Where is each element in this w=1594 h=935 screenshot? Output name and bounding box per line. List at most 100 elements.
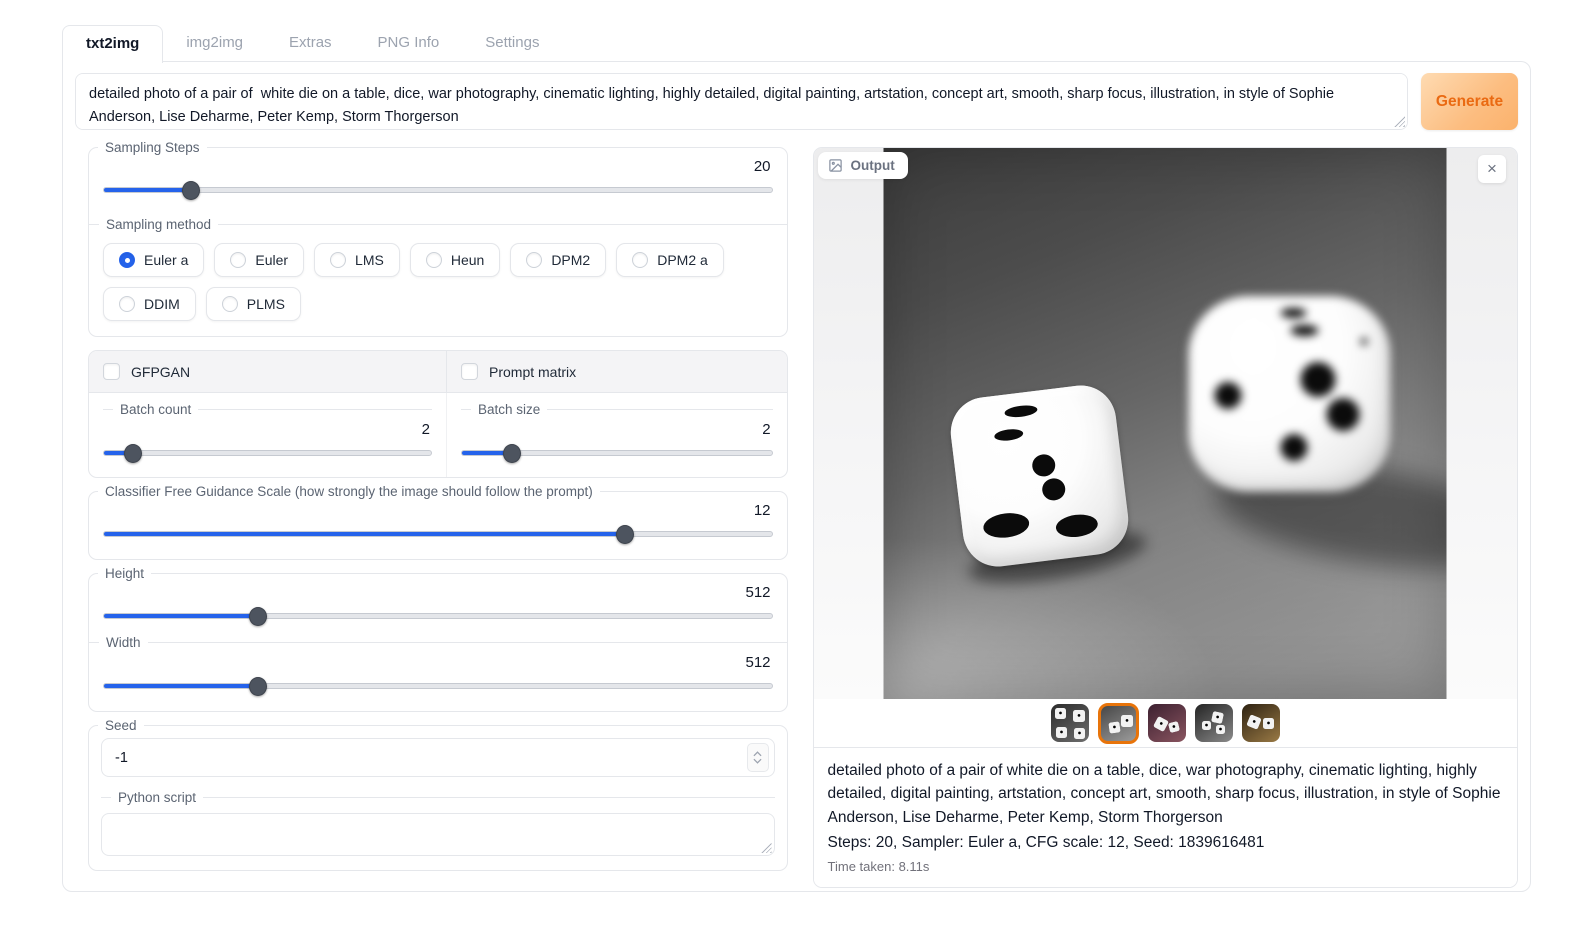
batch-size-slider[interactable]: [461, 444, 773, 462]
slider-handle[interactable]: [124, 444, 142, 463]
caption-params: Steps: 20, Sampler: Euler a, CFG scale: …: [828, 831, 1503, 854]
slider-handle[interactable]: [182, 181, 200, 200]
radio-plms[interactable]: PLMS: [206, 287, 301, 321]
radio-heun[interactable]: Heun: [410, 243, 500, 277]
slider-handle[interactable]: [616, 525, 634, 544]
close-icon[interactable]: ×: [1478, 155, 1506, 183]
python-script-label: Python script: [101, 790, 775, 805]
chevron-up-icon: [753, 751, 762, 757]
batch-sliders-row: Batch count 2 Batch size 2: [89, 393, 787, 477]
seed-script-group: Seed Python script: [88, 725, 788, 871]
slider-handle[interactable]: [249, 677, 267, 696]
tab-txt2img[interactable]: txt2img: [62, 25, 163, 63]
dimensions-group: Height 512 Width 512: [88, 573, 788, 712]
batch-count-block: Batch count 2: [89, 393, 447, 477]
txt2img-panel: detailed photo of a pair of white die on…: [62, 61, 1531, 892]
prompt-matrix-option[interactable]: Prompt matrix: [447, 351, 787, 392]
tab-settings[interactable]: Settings: [462, 25, 562, 62]
slider-track[interactable]: [461, 450, 773, 456]
output-image[interactable]: [884, 148, 1447, 699]
prompt-row: detailed photo of a pair of white die on…: [75, 73, 1518, 130]
settings-column: Sampling Steps 20 Sampling method: [88, 147, 788, 888]
cfg-scale-group: Classifier Free Guidance Scale (how stro…: [88, 491, 788, 560]
die-blurred: [1189, 296, 1391, 492]
radio-euler[interactable]: Euler: [214, 243, 304, 277]
sampling-method-label: Sampling method: [89, 217, 787, 232]
gfpgan-option[interactable]: GFPGAN: [89, 351, 447, 392]
prompt-input[interactable]: detailed photo of a pair of white die on…: [75, 73, 1408, 130]
radio-dpm2[interactable]: DPM2: [510, 243, 606, 277]
prompt-matrix-label: Prompt matrix: [489, 364, 576, 380]
prompt-matrix-checkbox[interactable]: [461, 363, 478, 380]
txt2img-app: txt2img img2img Extras PNG Info Settings…: [0, 0, 1594, 935]
radio-icon: [119, 252, 135, 268]
sampling-steps-slider-block: 20: [89, 148, 787, 215]
output-panel: Output ×: [813, 147, 1518, 888]
slider-handle[interactable]: [249, 607, 267, 626]
width-slider-block: 512: [89, 650, 787, 711]
seed-input-wrap: [101, 738, 775, 777]
batch-size-label: Batch size: [461, 402, 773, 417]
gallery-thumbnail-2-selected[interactable]: [1098, 703, 1139, 744]
radio-icon: [632, 252, 648, 268]
cfg-scale-slider[interactable]: [103, 525, 773, 543]
tab-png-info[interactable]: PNG Info: [355, 25, 463, 62]
batch-size-block: Batch size 2: [447, 393, 787, 477]
gallery-thumbnail-1[interactable]: [1051, 704, 1089, 742]
gallery-thumbnail-3[interactable]: [1148, 704, 1186, 742]
sampling-method-radio-group: Euler a Euler LMS Heun DPM2 DPM2 a DDIM …: [89, 232, 787, 336]
width-label: Width: [89, 635, 787, 650]
radio-icon: [426, 252, 442, 268]
width-slider[interactable]: [103, 677, 773, 695]
output-column: Output ×: [813, 147, 1518, 888]
tab-extras[interactable]: Extras: [266, 25, 355, 62]
seed-input[interactable]: [102, 750, 747, 766]
batch-count-value: 2: [103, 421, 430, 438]
height-slider-block: 512: [89, 574, 787, 635]
python-script-input[interactable]: [101, 813, 775, 856]
cfg-scale-label: Classifier Free Guidance Scale (how stro…: [98, 482, 600, 502]
cfg-scale-slider-block: 12: [89, 492, 787, 559]
slider-track[interactable]: [103, 613, 773, 619]
seed-block: [89, 726, 787, 790]
caption-prompt: detailed photo of a pair of white die on…: [828, 759, 1503, 829]
slider-track[interactable]: [103, 450, 432, 456]
gallery-thumbnails: [814, 699, 1517, 747]
chevron-down-icon: [753, 758, 762, 764]
gallery-thumbnail-5[interactable]: [1242, 704, 1280, 742]
gallery-thumbnail-4[interactable]: [1195, 704, 1233, 742]
generate-button[interactable]: Generate: [1421, 73, 1518, 130]
cfg-scale-value: 12: [103, 502, 771, 519]
batch-count-label: Batch count: [103, 402, 432, 417]
height-slider[interactable]: [103, 607, 773, 625]
radio-icon: [230, 252, 246, 268]
width-value: 512: [103, 654, 771, 671]
slider-track[interactable]: [103, 531, 773, 537]
sampling-steps-label: Sampling Steps: [98, 138, 207, 158]
seed-stepper[interactable]: [747, 743, 769, 772]
radio-icon: [119, 296, 135, 312]
checkbox-row: GFPGAN Prompt matrix: [89, 351, 787, 393]
slider-handle[interactable]: [503, 444, 521, 463]
radio-icon: [330, 252, 346, 268]
slider-track[interactable]: [103, 683, 773, 689]
sampling-group: Sampling Steps 20 Sampling method: [88, 147, 788, 337]
caption-time-taken: Time taken: 8.11s: [828, 859, 1503, 874]
radio-dpm2-a[interactable]: DPM2 a: [616, 243, 724, 277]
radio-euler-a[interactable]: Euler a: [103, 243, 204, 277]
batch-size-value: 2: [461, 421, 771, 438]
radio-lms[interactable]: LMS: [314, 243, 400, 277]
image-icon: [828, 158, 843, 173]
die-in-focus: [947, 382, 1132, 571]
radio-icon: [222, 296, 238, 312]
sampling-steps-slider[interactable]: [103, 181, 773, 199]
output-caption: detailed photo of a pair of white die on…: [814, 747, 1517, 887]
radio-icon: [526, 252, 542, 268]
gfpgan-checkbox[interactable]: [103, 363, 120, 380]
radio-ddim[interactable]: DDIM: [103, 287, 196, 321]
seed-label: Seed: [98, 716, 144, 736]
slider-track[interactable]: [103, 187, 773, 193]
tab-img2img[interactable]: img2img: [163, 25, 266, 62]
height-value: 512: [103, 584, 771, 601]
batch-count-slider[interactable]: [103, 444, 432, 462]
